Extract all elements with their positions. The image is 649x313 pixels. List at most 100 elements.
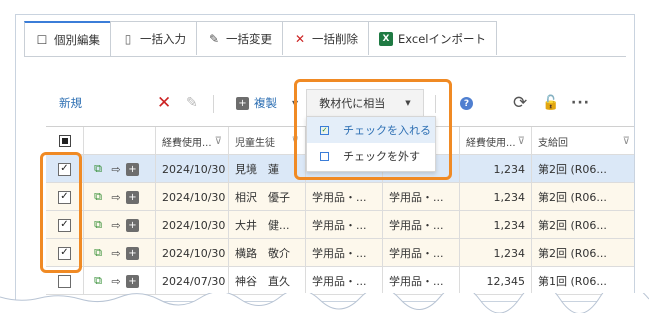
cell-student: 横路 敬介: [229, 239, 306, 267]
cell-category-a: 学用品・...: [306, 183, 383, 211]
cell-payment: 第2回 (R06...: [538, 247, 607, 260]
tab-label: 個別編集: [54, 33, 100, 47]
table-row[interactable]: ⧉ ⇨ +2024/07/30 神谷 直久 学用品・... 学用品・... 12,345 第1…: [46, 267, 634, 295]
edit-record-icon[interactable]: ⇨: [108, 274, 124, 288]
select-all-checkbox[interactable]: [46, 127, 84, 155]
tab-individual-edit[interactable]: ☐ 個別編集: [24, 21, 111, 57]
duplicate-dropdown-icon[interactable]: ▼: [292, 87, 298, 119]
add-record-icon[interactable]: +: [126, 190, 139, 204]
document-icon: ▯: [124, 31, 132, 46]
help-icon[interactable]: ?: [460, 97, 473, 110]
tab-bulk-input[interactable]: ▯ 一括入力: [110, 21, 197, 55]
cell-category-a: 学用品・...: [306, 267, 383, 295]
menu-item-label: チェックを入れる: [343, 124, 431, 137]
duplicate-button[interactable]: + 複製: [236, 87, 277, 119]
row-checkbox[interactable]: ✓: [46, 211, 84, 239]
more-icon[interactable]: ···: [571, 87, 590, 119]
cell-payment: 第2回 (R06...: [538, 219, 607, 232]
menu-item-uncheck-all[interactable]: チェックを外す: [307, 143, 435, 169]
cell-category-b: 学用品・...: [383, 267, 460, 295]
header-payment[interactable]: 支給回 ⊽: [532, 127, 634, 155]
new-record-icon[interactable]: ⧉: [90, 274, 106, 288]
refresh-icon[interactable]: ⟳: [513, 87, 527, 119]
cell-date: 2024/10/30: [156, 239, 229, 267]
row-actions: ⧉ ⇨ +: [84, 155, 156, 183]
row-checkbox[interactable]: ✓: [46, 239, 84, 267]
edit-record-icon[interactable]: ⇨: [108, 162, 124, 176]
tab-bulk-change[interactable]: ✎ 一括変更: [196, 21, 283, 55]
new-record-icon[interactable]: ⧉: [90, 162, 106, 176]
checkbox-box: ✓: [58, 218, 71, 232]
header-label: 経費使用...: [466, 137, 516, 149]
add-record-icon[interactable]: +: [126, 274, 139, 288]
filter-icon[interactable]: ⊽: [518, 136, 525, 147]
cell-student: 相沢 優子: [229, 183, 306, 211]
filter-icon[interactable]: ⊽: [292, 136, 299, 147]
header-label: 児童生徒: [235, 137, 275, 149]
filter-icon[interactable]: ⊽: [623, 136, 630, 147]
cell-date: 2024/10/30: [156, 155, 229, 183]
menu-item-label: チェックを外す: [343, 150, 420, 163]
material-fee-label: 教材代に相当: [319, 97, 386, 110]
row-checkbox[interactable]: ✓: [46, 183, 84, 211]
cell-amount: 1,234: [460, 239, 532, 267]
edit-pencil-icon[interactable]: ✎: [186, 87, 198, 119]
cell-date: 2024/10/30: [156, 183, 229, 211]
app-frame: ☐ 個別編集 ▯ 一括入力 ✎ 一括変更 ✕ 一括削除 X Excelインポート…: [15, 14, 635, 302]
filter-icon[interactable]: ⊽: [215, 136, 222, 147]
checkbox-box: ✓: [58, 190, 71, 204]
cell-category-a: 学用品・...: [306, 239, 383, 267]
row-actions: ⧉ ⇨ +: [84, 267, 156, 295]
add-record-icon[interactable]: +: [126, 246, 139, 260]
header-student[interactable]: 児童生徒 ⊽: [229, 127, 306, 155]
checkbox-empty-icon: [320, 151, 329, 161]
close-icon: ✕: [294, 31, 306, 46]
new-record-icon[interactable]: ⧉: [90, 246, 106, 260]
tab-excel-import[interactable]: X Excelインポート: [368, 21, 497, 55]
cell-payment: 第2回 (R06...: [538, 163, 607, 176]
select-all-box: [58, 135, 71, 147]
checkbox-checked-icon: ✓: [320, 125, 329, 135]
cell-category-b: 学用品・...: [383, 239, 460, 267]
edit-record-icon[interactable]: ⇨: [108, 218, 124, 232]
tab-bulk-delete[interactable]: ✕ 一括削除: [282, 21, 369, 55]
new-record-icon[interactable]: ⧉: [90, 218, 106, 232]
header-amount[interactable]: 経費使用... ⊽: [460, 127, 532, 155]
cell-amount: 1,234: [460, 183, 532, 211]
cell-amount: 1,234: [460, 155, 532, 183]
torn-edge: [0, 293, 649, 313]
table-row[interactable]: ✓ ⧉ ⇨ +2024/10/30 相沢 優子 学用品・... 学用品・... 1,234 第2…: [46, 183, 634, 211]
table-row[interactable]: ✓ ⧉ ⇨ +2024/10/30 大井 健... 学用品・... 学用品・... 1,234…: [46, 211, 634, 239]
material-fee-dropdown-button[interactable]: 教材代に相当 ▼: [306, 89, 424, 117]
table-row[interactable]: ✓ ⧉ ⇨ +2024/10/30 横路 敬介 学用品・... 学用品・... 1,234 第2…: [46, 239, 634, 267]
new-record-icon[interactable]: ⧉: [90, 190, 106, 204]
cell-payment: 第1回 (R06...: [538, 275, 607, 288]
delete-icon[interactable]: ✕: [157, 87, 171, 119]
header-date[interactable]: 経費使用... ⊽: [156, 127, 229, 155]
edit-record-icon[interactable]: ⇨: [108, 246, 124, 260]
cell-date: 2024/10/30: [156, 211, 229, 239]
header-actions: [84, 127, 156, 155]
cell-student: 大井 健...: [229, 211, 306, 239]
new-button[interactable]: 新規: [59, 87, 82, 119]
checkbox-box: ✓: [58, 246, 71, 260]
row-checkbox[interactable]: ✓: [46, 155, 84, 183]
duplicate-icon: +: [236, 96, 249, 110]
cell-student: 神谷 直久: [229, 267, 306, 295]
add-record-icon[interactable]: +: [126, 218, 139, 232]
tab-label: 一括削除: [312, 31, 358, 46]
cell-amount: 1,234: [460, 211, 532, 239]
cell-student: 見境 蓮: [229, 155, 306, 183]
cell-payment: 第2回 (R06...: [538, 191, 607, 204]
checkbox-box: [58, 274, 71, 288]
edit-record-icon[interactable]: ⇨: [108, 190, 124, 204]
row-checkbox[interactable]: [46, 267, 84, 295]
cell-date: 2024/07/30: [156, 267, 229, 295]
tab-label: 一括入力: [140, 31, 186, 46]
tab-label: Excelインポート: [398, 31, 486, 46]
toolbar: 新規 ✕ ✎ + 複製 ▼ 教材代に相当 ▼ ? ⟳ 🔓 ···: [16, 87, 634, 119]
unlock-icon[interactable]: 🔓: [542, 87, 559, 119]
cell-category-a: 学用品・...: [306, 211, 383, 239]
menu-item-check-all[interactable]: ✓ チェックを入れる: [307, 117, 435, 143]
add-record-icon[interactable]: +: [126, 162, 139, 176]
